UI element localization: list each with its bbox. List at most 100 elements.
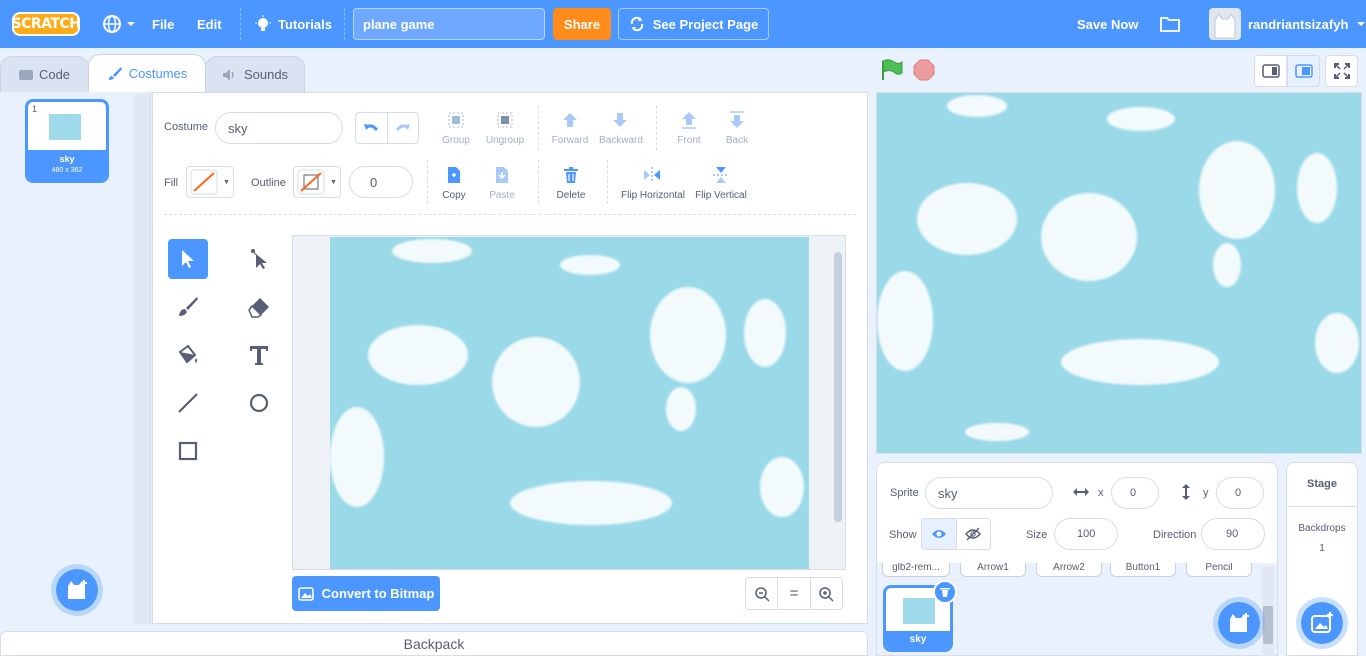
backpack[interactable]: Backpack [0, 631, 868, 656]
direction-input[interactable]: 90 [1201, 518, 1265, 550]
sprite-tile[interactable]: Arrow1 [960, 563, 1026, 577]
select-tool[interactable] [168, 239, 208, 279]
brush-tool[interactable] [168, 287, 208, 327]
x-label: x [1098, 487, 1104, 499]
flip-vertical-button[interactable]: Flip Vertical [690, 190, 752, 201]
choose-costume-button[interactable] [51, 564, 103, 616]
group-icon[interactable] [447, 111, 465, 129]
file-menu[interactable]: File [152, 0, 174, 48]
copy-icon[interactable] [445, 166, 463, 184]
paint-canvas[interactable] [330, 237, 809, 569]
no-outline-swatch-icon [297, 169, 325, 195]
choose-backdrop-button[interactable] [1296, 597, 1348, 649]
sprite-tile[interactable]: Arrow2 [1036, 563, 1102, 577]
zoom-in-button[interactable] [811, 578, 842, 609]
tutorials-label: Tutorials [278, 16, 332, 32]
circle-tool[interactable] [239, 383, 279, 423]
outline-width-input[interactable]: 0 [349, 166, 413, 198]
sprite-list-scrollbar[interactable] [1262, 566, 1274, 656]
costume-thumbnail [49, 114, 81, 140]
cloud-shape [917, 183, 1017, 255]
sprite-tile[interactable]: Button1 [1110, 563, 1176, 577]
delete-sprite-button[interactable] [933, 580, 957, 604]
tab-costumes[interactable]: Costumes [88, 54, 206, 92]
x-input[interactable]: 0 [1111, 477, 1159, 509]
ungroup-button[interactable]: Ungroup [483, 135, 527, 146]
front-button[interactable]: Front [672, 135, 706, 146]
refresh-icon [630, 16, 643, 32]
line-tool[interactable] [168, 383, 208, 423]
zoom-out-button[interactable] [746, 578, 779, 609]
delete-button[interactable]: Delete [551, 190, 591, 201]
save-now-button[interactable]: Save Now [1077, 0, 1138, 48]
edit-menu[interactable]: Edit [197, 0, 222, 48]
canvas-scrollbar[interactable] [834, 252, 842, 522]
cloud-shape [560, 255, 620, 275]
flip-horizontal-icon[interactable] [643, 166, 661, 184]
forward-icon[interactable] [561, 111, 579, 129]
size-input[interactable]: 100 [1054, 518, 1118, 550]
large-stage-button[interactable] [1287, 55, 1320, 87]
tutorials-button[interactable]: Tutorials [254, 0, 332, 48]
costume-name: sky [59, 154, 75, 164]
full-screen-button[interactable] [1325, 55, 1358, 87]
show-visible-button[interactable] [922, 519, 956, 549]
copy-button[interactable]: Copy [436, 190, 472, 201]
fill-tool[interactable] [168, 335, 208, 375]
account-menu[interactable]: randriantsizafyh [1248, 0, 1366, 48]
stop-button[interactable] [913, 59, 935, 86]
my-stuff-button[interactable] [1160, 0, 1180, 48]
reshape-tool[interactable] [239, 239, 279, 279]
share-button[interactable]: Share [553, 8, 611, 40]
zoom-in-icon [819, 586, 834, 602]
tab-code[interactable]: Code [0, 56, 89, 92]
back-icon[interactable] [728, 111, 746, 129]
costume-list-scrollbar[interactable] [134, 94, 150, 624]
y-input[interactable]: 0 [1216, 477, 1264, 509]
zoom-reset-button[interactable]: = [778, 578, 811, 609]
choose-sprite-button[interactable] [1213, 597, 1265, 649]
outline-color-picker[interactable]: ▼ [293, 166, 341, 198]
sprite-name-input[interactable]: sky [925, 477, 1053, 509]
paste-button[interactable]: Paste [484, 190, 520, 201]
rectangle-tool[interactable] [168, 431, 208, 471]
show-hidden-button[interactable] [955, 519, 991, 549]
flip-horizontal-button[interactable]: Flip Horizontal [616, 190, 690, 201]
costume-name-input[interactable]: sky [215, 112, 343, 144]
project-title-input[interactable]: plane game [353, 8, 545, 40]
front-icon[interactable] [680, 111, 698, 129]
undo-button[interactable] [356, 113, 388, 143]
vertical-arrows-icon [1182, 484, 1190, 500]
backward-button[interactable]: Backward [596, 135, 646, 146]
trash-icon [940, 588, 950, 597]
folder-icon [1160, 17, 1180, 32]
tab-sounds[interactable]: Sounds [205, 56, 305, 92]
text-tool[interactable] [239, 335, 279, 375]
cloud-shape [492, 337, 580, 427]
back-button[interactable]: Back [720, 135, 754, 146]
trash-icon[interactable] [562, 166, 580, 184]
menu-divider [344, 8, 345, 40]
avatar[interactable] [1209, 8, 1241, 40]
fill-color-picker[interactable]: ▼ [186, 166, 234, 198]
ungroup-icon[interactable] [496, 111, 514, 129]
eraser-tool[interactable] [239, 287, 279, 327]
forward-button[interactable]: Forward [549, 135, 591, 146]
stage-canvas[interactable] [876, 92, 1362, 454]
zoom-controls: = [745, 577, 843, 610]
sprite-tile[interactable]: glb2-rem... [882, 563, 950, 577]
costume-item[interactable]: 1 sky 480 x 362 [25, 99, 109, 183]
costume-size: 480 x 362 [51, 167, 83, 174]
backward-icon[interactable] [611, 111, 629, 129]
convert-to-bitmap-button[interactable]: Convert to Bitmap [292, 576, 440, 611]
see-project-page-button[interactable]: See Project Page [618, 8, 769, 40]
small-stage-button[interactable] [1254, 55, 1287, 87]
language-menu[interactable] [102, 0, 136, 48]
sprite-tile[interactable]: Pencil [1186, 563, 1252, 577]
paste-icon[interactable] [493, 166, 511, 184]
scratch-logo[interactable]: SCRATCH [12, 12, 81, 36]
flip-vertical-icon[interactable] [712, 166, 730, 184]
redo-button[interactable] [388, 113, 419, 143]
green-flag-button[interactable] [880, 59, 904, 86]
group-button[interactable]: Group [437, 135, 475, 146]
